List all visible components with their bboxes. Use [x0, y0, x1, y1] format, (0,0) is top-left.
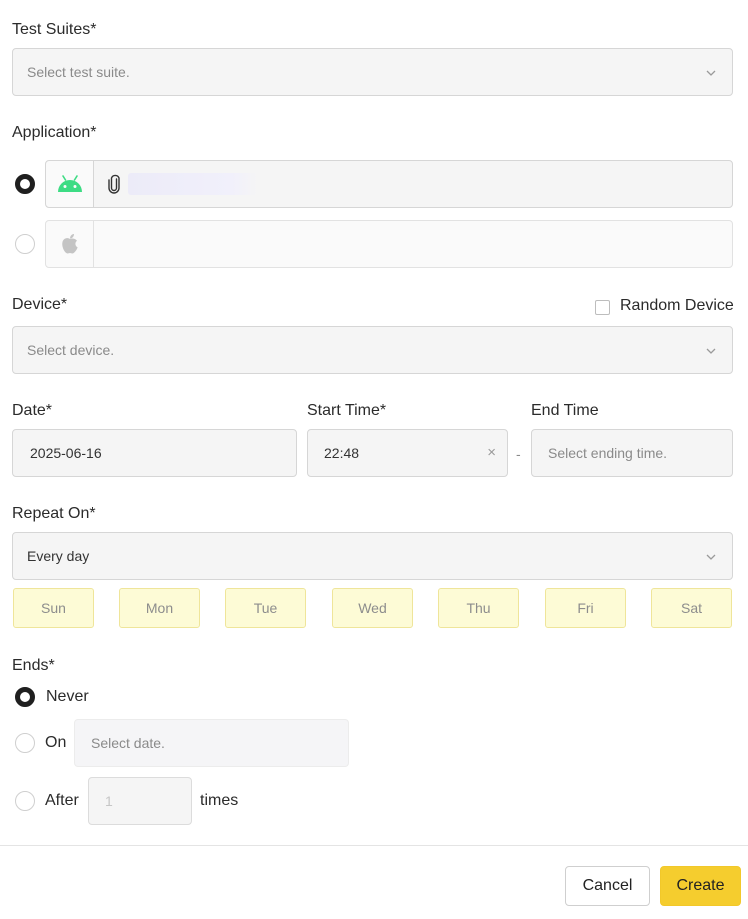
day-button-fri[interactable]: Fri	[545, 588, 626, 628]
date-input[interactable]: 2025-06-16	[12, 429, 297, 477]
ends-after-count-input[interactable]: 1	[88, 777, 192, 825]
android-icon-cell	[46, 161, 94, 207]
application-label: Application*	[12, 124, 97, 141]
test-suite-placeholder: Select test suite.	[27, 64, 130, 80]
android-file-area[interactable]	[94, 161, 732, 207]
time-separator: -	[516, 446, 521, 462]
day-button-thu[interactable]: Thu	[438, 588, 519, 628]
day-button-mon[interactable]: Mon	[119, 588, 200, 628]
apple-icon-cell	[46, 221, 94, 267]
ends-on-date-placeholder: Select date.	[91, 735, 165, 751]
day-button-wed[interactable]: Wed	[332, 588, 413, 628]
clear-icon[interactable]: ×	[487, 444, 496, 461]
ends-on-label: On	[45, 734, 67, 751]
device-placeholder: Select device.	[27, 342, 115, 358]
end-time-label: End Time	[531, 402, 599, 419]
android-app-upload[interactable]	[45, 160, 733, 208]
device-select[interactable]: Select device.	[12, 326, 733, 374]
test-suite-select[interactable]: Select test suite.	[12, 48, 733, 96]
ends-never-radio[interactable]	[15, 687, 35, 707]
ends-after-label: After	[45, 792, 79, 809]
create-button[interactable]: Create	[660, 866, 741, 906]
device-label: Device*	[12, 296, 68, 313]
android-file-name	[128, 173, 258, 195]
date-label: Date*	[12, 402, 53, 419]
ios-file-area[interactable]	[94, 221, 732, 267]
repeat-select[interactable]: Every day	[12, 532, 733, 580]
ends-on-date-input[interactable]: Select date.	[74, 719, 349, 767]
start-time-input[interactable]: 22:48 ×	[307, 429, 508, 477]
ios-app-upload[interactable]	[45, 220, 733, 268]
footer-divider	[0, 845, 748, 846]
paperclip-icon	[108, 174, 120, 194]
chevron-down-icon	[706, 70, 716, 76]
end-time-input[interactable]: Select ending time.	[531, 429, 733, 477]
cancel-button[interactable]: Cancel	[565, 866, 650, 906]
start-time-label: Start Time*	[307, 402, 387, 419]
ends-never-label: Never	[46, 688, 89, 705]
ends-on-radio[interactable]	[15, 733, 35, 753]
day-button-sat[interactable]: Sat	[651, 588, 732, 628]
repeat-value: Every day	[27, 548, 90, 564]
ios-app-radio[interactable]	[15, 234, 35, 254]
random-device-label: Random Device	[620, 297, 734, 314]
chevron-down-icon	[706, 348, 716, 354]
android-app-radio[interactable]	[15, 174, 35, 194]
date-value: 2025-06-16	[30, 445, 102, 461]
random-device-checkbox[interactable]	[595, 300, 610, 315]
chevron-down-icon	[706, 554, 716, 560]
test-suites-label: Test Suites*	[12, 21, 97, 38]
start-time-value: 22:48	[324, 445, 360, 461]
day-button-tue[interactable]: Tue	[225, 588, 306, 628]
android-icon	[57, 175, 82, 192]
end-time-placeholder: Select ending time.	[548, 445, 668, 461]
ends-after-radio[interactable]	[15, 791, 35, 811]
ends-after-times-label: times	[200, 792, 239, 809]
day-button-sun[interactable]: Sun	[13, 588, 94, 628]
ends-label: Ends*	[12, 657, 55, 674]
apple-icon	[61, 234, 78, 254]
repeat-on-label: Repeat On*	[12, 505, 96, 522]
ends-after-count-value: 1	[105, 793, 113, 809]
